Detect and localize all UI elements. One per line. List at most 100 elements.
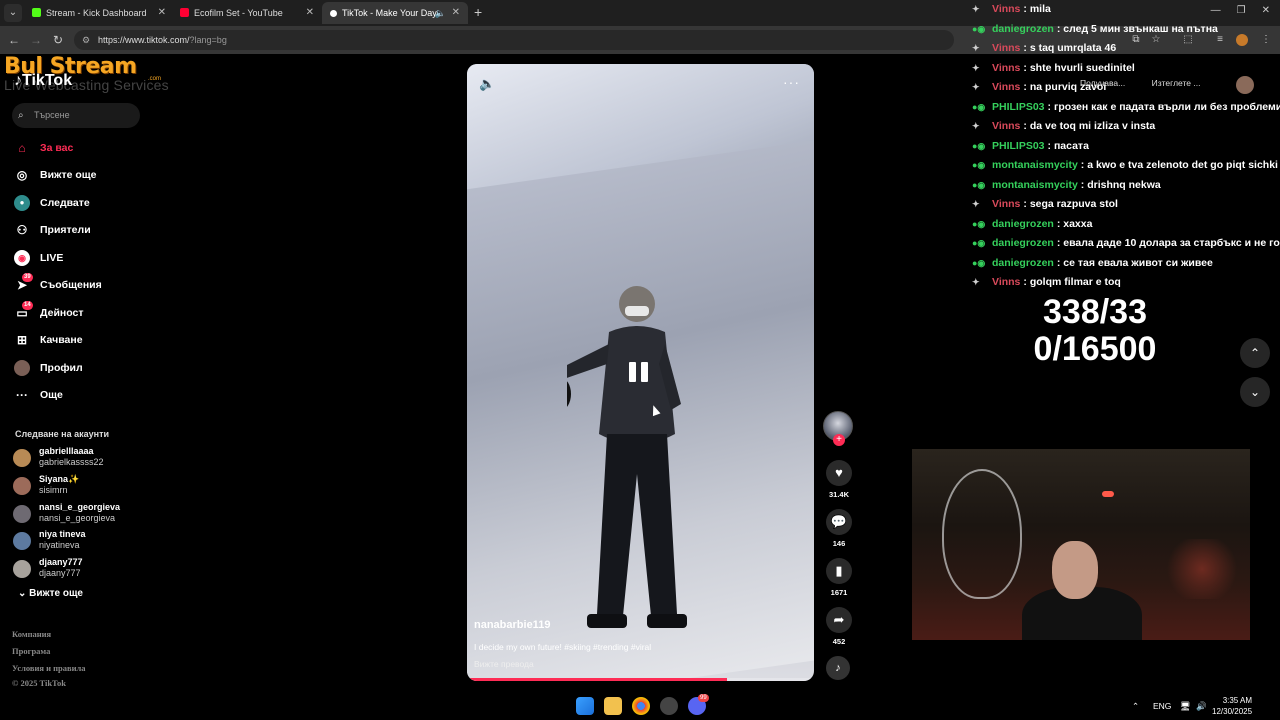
footer-terms[interactable]: Условия и правила xyxy=(12,663,86,673)
nav-explore[interactable]: ◎ Вижте още xyxy=(14,165,97,185)
chat-username[interactable]: Vinns xyxy=(992,42,1020,54)
tab-youtube[interactable]: Ecofilm Set - YouTube ✕ xyxy=(172,2,322,24)
chat-username[interactable]: Vinns xyxy=(992,276,1020,288)
tab-tiktok[interactable]: TikTok - Make Your Day 🔈 ✕ xyxy=(322,2,468,24)
nav-more[interactable]: ··· Още xyxy=(14,385,63,405)
chat-badge-icon: ●◉ xyxy=(972,160,986,170)
tiktok-logo[interactable]: ♪TikTok xyxy=(14,72,72,90)
new-tab-button[interactable]: + xyxy=(474,4,488,20)
chat-username[interactable]: Vinns xyxy=(992,198,1020,210)
messages-icon: ➤ 39 xyxy=(16,273,33,292)
compass-icon: ◎ xyxy=(16,168,28,182)
chat-username[interactable]: Vinns xyxy=(992,120,1020,132)
chat-text: : golqm filmar e toq xyxy=(1023,276,1121,288)
nav-live[interactable]: ◉ LIVE xyxy=(14,248,63,268)
see-translation-link[interactable]: Вижте превода xyxy=(474,659,534,669)
more-options-icon[interactable]: ··· xyxy=(783,74,800,90)
chrome-menu-icon[interactable]: ⋮ xyxy=(1258,32,1274,48)
close-tab-icon[interactable]: ✕ xyxy=(306,2,314,24)
creator-avatar[interactable]: + xyxy=(823,411,853,446)
account-item[interactable]: gabrielllaaaa gabrielkassss22 xyxy=(13,446,153,468)
home-icon: ⌂ xyxy=(18,141,26,155)
nav-for-you[interactable]: ⌂ За вас xyxy=(14,138,73,158)
comment-button[interactable]: 💬 146 xyxy=(825,509,853,548)
video-author[interactable]: nanabarbie119 xyxy=(474,619,550,631)
tray-chevron-icon[interactable]: ⌃ xyxy=(1132,701,1139,712)
nav-upload[interactable]: ⊞ Качване xyxy=(14,330,83,350)
chevron-up-icon: ⌃ xyxy=(1249,346,1261,360)
chat-username[interactable]: montanaismycity xyxy=(992,159,1078,171)
next-video-button[interactable]: ⌄ xyxy=(1240,377,1270,407)
bookmark-button[interactable]: ▮ 1671 xyxy=(825,558,853,597)
reload-icon[interactable]: ↻ xyxy=(50,32,66,48)
account-item[interactable]: niya tineva niyatineva xyxy=(13,529,153,551)
account-item[interactable]: Siyana✨ sisimrn xyxy=(13,474,153,496)
chat-badge-icon: ●◉ xyxy=(972,238,986,248)
profile-avatar[interactable] xyxy=(1236,34,1248,46)
chat-message: ●◉ daniegrozen: хахха xyxy=(972,215,1092,234)
language-indicator[interactable]: ENG xyxy=(1153,701,1171,711)
minimize-icon[interactable]: — xyxy=(1211,5,1221,16)
obs-icon[interactable] xyxy=(660,697,678,715)
clock[interactable]: 3:35 AM 12/30/2025 xyxy=(1212,695,1252,717)
chat-username[interactable]: PHILIPS03 xyxy=(992,140,1045,152)
nav-profile[interactable]: Профил xyxy=(14,358,83,378)
nav-messages[interactable]: ➤ 39 Съобщения xyxy=(14,273,102,295)
chat-username[interactable]: Vinns xyxy=(992,3,1020,15)
pause-icon[interactable] xyxy=(627,360,651,384)
chat-username[interactable]: daniegrozen xyxy=(992,237,1054,249)
like-button[interactable]: ♥ 31.4K xyxy=(825,460,853,499)
speaker-icon[interactable]: 🔈 xyxy=(435,2,446,24)
volume-icon[interactable]: 🔈 xyxy=(479,76,495,92)
footer-program[interactable]: Програма xyxy=(12,646,50,656)
discord-icon[interactable]: 99 xyxy=(688,694,709,715)
share-button[interactable]: ➦ 452 xyxy=(825,607,853,646)
file-explorer-icon[interactable] xyxy=(604,697,622,715)
chat-message: ✦ Vinns: na purviq zavoi xyxy=(972,78,1106,97)
close-tab-icon[interactable]: ✕ xyxy=(158,2,166,24)
streamer-head xyxy=(1052,541,1098,599)
close-tab-icon[interactable]: ✕ xyxy=(452,2,460,24)
chat-message: ●◉ daniegrozen: след 5 мин звънкаш на път… xyxy=(972,20,1218,39)
previous-video-button[interactable]: ⌃ xyxy=(1240,338,1270,368)
chat-username[interactable]: PHILIPS03 xyxy=(992,101,1045,113)
site-info-icon[interactable]: ⚙ xyxy=(82,30,90,50)
tab-search-button[interactable]: ⌄ xyxy=(4,4,22,22)
tab-kick-dashboard[interactable]: Stream - Kick Dashboard ✕ xyxy=(24,2,174,24)
nav-activity[interactable]: ▭ 14 Дейност xyxy=(14,301,84,323)
nav-friends[interactable]: ⚇ Приятели xyxy=(14,220,91,240)
video-progress-bar[interactable] xyxy=(467,678,814,681)
close-window-icon[interactable]: ✕ xyxy=(1262,5,1270,16)
chat-username[interactable]: daniegrozen xyxy=(992,218,1054,230)
bookmark-icon: ▮ xyxy=(826,558,852,584)
maximize-icon[interactable]: ❐ xyxy=(1237,5,1246,16)
forward-icon[interactable]: → xyxy=(28,32,44,48)
more-icon: ··· xyxy=(16,388,28,402)
account-item[interactable]: djaany777 djaany777 xyxy=(13,557,153,579)
discord-badge: 99 xyxy=(698,694,709,702)
url-input[interactable]: ⚙ https://www.tiktok.com/?lang=bg xyxy=(74,30,954,50)
back-icon[interactable]: ← xyxy=(6,32,22,48)
chat-username[interactable]: montanaismycity xyxy=(992,179,1078,191)
windows-start-icon[interactable] xyxy=(576,697,594,715)
chat-username[interactable]: Vinns xyxy=(992,62,1020,74)
search-input[interactable]: ⌕ Търсене xyxy=(12,103,140,128)
network-icon[interactable]: 🖥 xyxy=(1180,701,1191,712)
follow-plus-icon[interactable]: + xyxy=(833,434,845,446)
see-more-accounts[interactable]: ⌄ Вижте още xyxy=(18,588,83,599)
chat-username[interactable]: daniegrozen xyxy=(992,257,1054,269)
video-player[interactable]: 🔈 ··· nanabarbie119 I decide my own futu… xyxy=(467,64,814,681)
user-avatar[interactable] xyxy=(1236,76,1254,94)
chat-username[interactable]: daniegrozen xyxy=(992,23,1054,35)
volume-tray-icon[interactable]: 🔊 xyxy=(1196,701,1207,712)
counter-line-1: 338/33 xyxy=(1043,293,1147,331)
upload-icon: ⊞ xyxy=(16,333,28,347)
chrome-icon[interactable] xyxy=(632,697,650,715)
nav-following[interactable]: ● Следвате xyxy=(14,193,90,213)
footer-company[interactable]: Компания xyxy=(12,629,51,639)
chat-username[interactable]: Vinns xyxy=(992,81,1020,93)
music-disc-icon[interactable]: ♪ xyxy=(826,656,850,680)
hanging-chair xyxy=(942,469,1022,599)
download-app-button[interactable]: Изтеглете ... xyxy=(1152,78,1201,88)
account-item[interactable]: nansi_e_georgieva nansi_e_georgieva xyxy=(13,502,153,524)
